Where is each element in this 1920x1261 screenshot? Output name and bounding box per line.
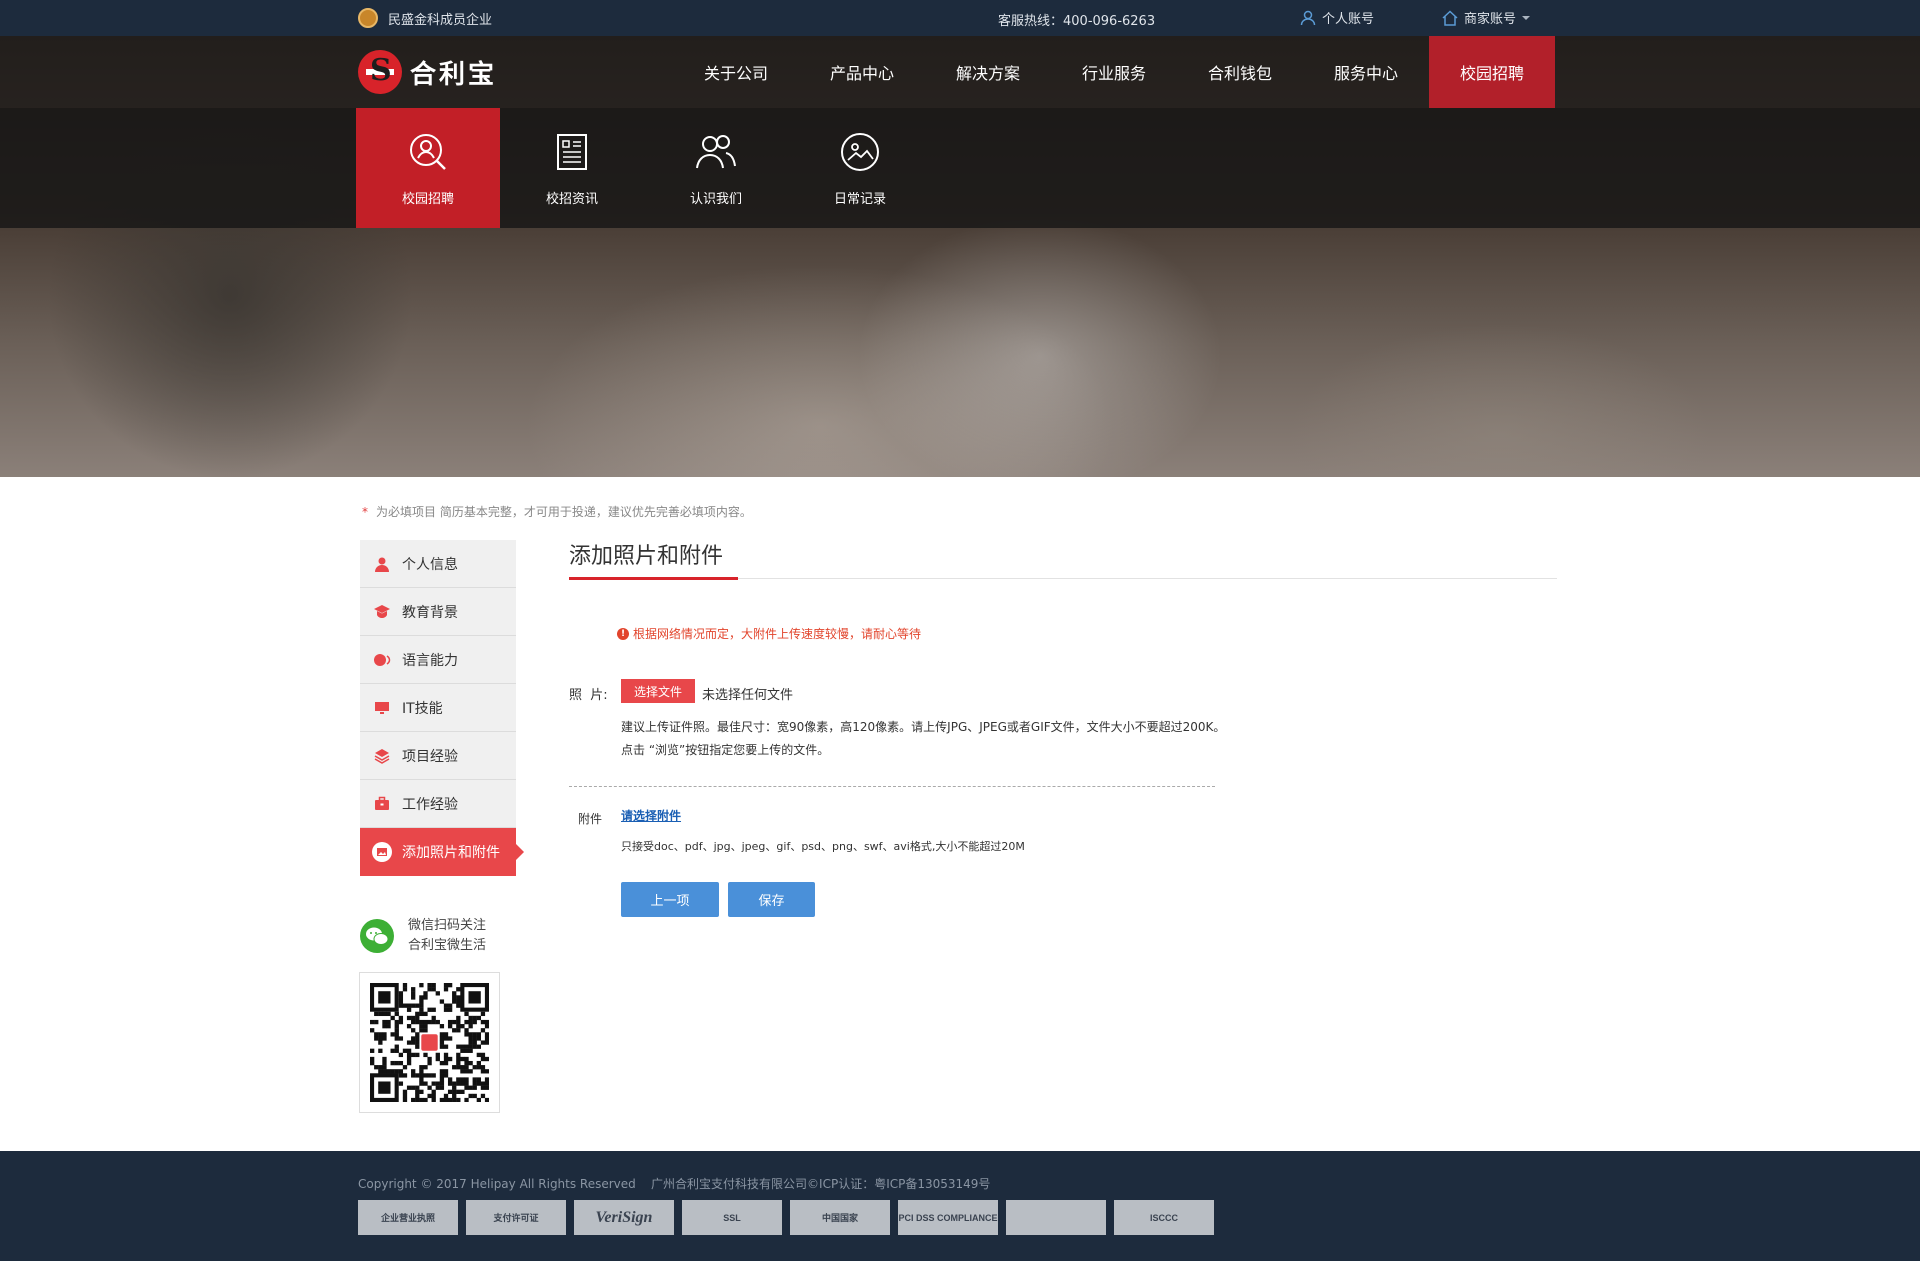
- wechat-line1: 微信扫码关注: [408, 918, 487, 933]
- photo-label: 照 片:: [569, 688, 608, 703]
- sub-nav-bar: [0, 108, 1920, 228]
- wechat-follow: 微信扫码关注 合利宝微生活: [360, 916, 486, 956]
- people-icon: [694, 130, 738, 174]
- menu-item-personal-info[interactable]: 个人信息: [360, 540, 516, 588]
- subnav-label: 校招资讯: [545, 191, 598, 207]
- home-icon: [1442, 9, 1458, 26]
- resume-section-menu: 个人信息 教育背景 语言能力 IT技能 项目经验 工作经验 添加照片和附件: [360, 540, 524, 876]
- menu-item-education[interactable]: 教育背景: [360, 588, 516, 636]
- cert-payment-license[interactable]: 支付许可证: [466, 1200, 566, 1235]
- photo-hint-browse: 点击 “浏览”按钮指定您要上传的文件。: [621, 743, 830, 757]
- subnav-item-news[interactable]: 校招资讯: [500, 108, 644, 228]
- image-icon: [372, 841, 392, 862]
- section-title: 添加照片和附件: [569, 544, 724, 569]
- info-icon: !: [617, 627, 629, 640]
- menu-item-language[interactable]: 语言能力: [360, 636, 516, 684]
- cert-ssl[interactable]: SSL: [682, 1200, 782, 1235]
- photo-hint-size: 建议上传证件照。最佳尺寸：宽90像素，高120像素。请上传JPG、JPEG或者G…: [621, 720, 1226, 734]
- choose-attachment-link[interactable]: 请选择附件: [621, 807, 681, 824]
- no-file-text: 未选择任何文件: [702, 688, 794, 703]
- speech-icon: [372, 650, 392, 670]
- cert-isccc[interactable]: ISCCC: [1114, 1200, 1214, 1235]
- menu-item-label: 添加照片和附件: [402, 844, 500, 861]
- menu-item-label: 教育背景: [402, 604, 458, 621]
- required-note-text: 为必填项目 简历基本完整，才可用于投递，建议优先完善必填项内容。: [376, 505, 752, 519]
- nav-item-about[interactable]: 关于公司: [673, 36, 799, 108]
- cert-business-license[interactable]: 企业营业执照: [358, 1200, 458, 1235]
- main-nav: 关于公司 产品中心 解决方案 行业服务 合利钱包 服务中心 校园招聘: [673, 36, 1555, 108]
- merchant-account-label: 商家账号: [1464, 12, 1517, 27]
- logo-mark-icon: [358, 50, 402, 94]
- chevron-down-icon: [1522, 15, 1531, 20]
- wechat-qr-code: [359, 972, 500, 1113]
- photo-icon: [838, 130, 882, 174]
- subnav-item-campus-recruit[interactable]: 校园招聘: [356, 108, 500, 228]
- dashed-divider: [569, 786, 1215, 787]
- previous-button[interactable]: 上一项: [621, 882, 719, 917]
- subnav-label: 认识我们: [689, 191, 742, 207]
- nav-item-wallet[interactable]: 合利钱包: [1177, 36, 1303, 108]
- subnav-item-about-us[interactable]: 认识我们: [644, 108, 788, 228]
- user-icon: [1300, 10, 1316, 25]
- wechat-line2: 合利宝微生活: [408, 938, 487, 953]
- required-star: *: [362, 505, 368, 519]
- attachment-hint: 只接受doc、pdf、jpg、jpeg、gif、psd、png、swf、avi格…: [621, 840, 1025, 853]
- menu-item-work-experience[interactable]: 工作经验: [360, 780, 516, 828]
- nav-item-products[interactable]: 产品中心: [799, 36, 925, 108]
- wechat-icon: [360, 919, 394, 953]
- news-icon: [550, 130, 594, 174]
- subnav-label: 校园招聘: [401, 191, 454, 207]
- layers-icon: [372, 746, 392, 766]
- hero-banner: 合利宝 关于公司 产品中心 解决方案 行业服务 合利钱包 服务中心 校园招聘 校…: [0, 36, 1920, 477]
- personal-account-link[interactable]: 个人账号: [1300, 8, 1374, 27]
- merchant-account-dropdown[interactable]: 商家账号: [1442, 8, 1531, 27]
- menu-item-label: 项目经验: [402, 748, 458, 765]
- certification-badges: 企业营业执照 支付许可证 VeriSign SSL 中国国家 PCI DSS C…: [358, 1200, 1214, 1235]
- cert-china-national[interactable]: 中国国家: [790, 1200, 890, 1235]
- choose-file-button[interactable]: 选择文件: [621, 679, 695, 703]
- graduation-cap-icon: [372, 602, 392, 622]
- cert-verisign[interactable]: VeriSign: [574, 1200, 674, 1235]
- member-text: 民盛金科成员企业: [388, 12, 493, 28]
- menu-item-projects[interactable]: 项目经验: [360, 732, 516, 780]
- menu-item-label: IT技能: [402, 700, 443, 717]
- brand-logo[interactable]: 合利宝: [358, 50, 497, 94]
- subnav-label: 日常记录: [833, 191, 886, 207]
- nav-item-solutions[interactable]: 解决方案: [925, 36, 1051, 108]
- menu-item-photos-attachments[interactable]: 添加照片和附件: [360, 828, 524, 876]
- upload-warning: ! 根据网络情况而定，大附件上传速度较慢，请耐心等待: [617, 625, 921, 642]
- top-bar: 民盛金科成员企业 客服热线：400-096-6263 个人账号 商家账号: [0, 0, 1920, 36]
- search-person-icon: [406, 130, 450, 174]
- monitor-icon: [372, 698, 392, 718]
- hotline: 客服热线：400-096-6263: [998, 14, 1156, 29]
- nav-item-campus[interactable]: 校园招聘: [1429, 36, 1555, 108]
- logo-text: 合利宝: [410, 59, 498, 90]
- member-icon: [358, 8, 378, 28]
- required-note: * 为必填项目 简历基本完整，才可用于投递，建议优先完善必填项内容。: [362, 503, 752, 520]
- cert-pci-dss[interactable]: PCI DSS COMPLIANCE: [898, 1200, 998, 1235]
- nav-item-service[interactable]: 服务中心: [1303, 36, 1429, 108]
- upload-warning-text: 根据网络情况而定，大附件上传速度较慢，请耐心等待: [633, 627, 922, 641]
- briefcase-icon: [372, 794, 392, 814]
- subnav-item-daily-log[interactable]: 日常记录: [788, 108, 932, 228]
- nav-item-industry[interactable]: 行业服务: [1051, 36, 1177, 108]
- user-icon: [372, 554, 392, 574]
- title-underline-accent: [569, 577, 738, 580]
- copyright-text: Copyright © 2017 Helipay All Rights Rese…: [358, 1177, 991, 1191]
- menu-item-it-skills[interactable]: IT技能: [360, 684, 516, 732]
- personal-account-label: 个人账号: [1322, 12, 1375, 27]
- member-badge: 民盛金科成员企业: [358, 8, 492, 28]
- cert-seal[interactable]: [1006, 1200, 1106, 1235]
- menu-item-label: 个人信息: [402, 556, 458, 573]
- menu-item-label: 工作经验: [402, 796, 458, 813]
- attachment-label: 附件: [578, 812, 603, 826]
- menu-item-label: 语言能力: [402, 652, 458, 669]
- save-button[interactable]: 保存: [728, 882, 815, 917]
- sub-nav: 校园招聘 校招资讯 认识我们 日常记录: [356, 108, 932, 228]
